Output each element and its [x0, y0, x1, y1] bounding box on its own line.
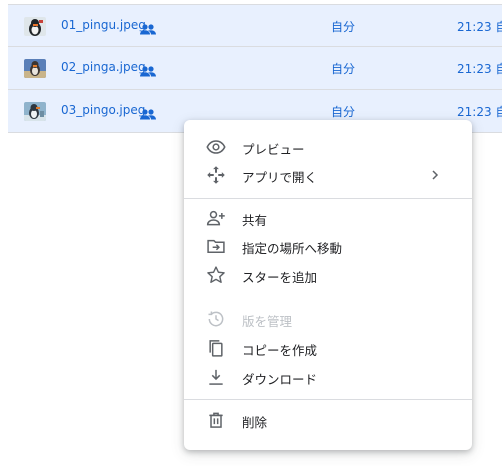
menu-item-open-with[interactable]: アプリで開く: [184, 161, 472, 189]
copy-icon: [206, 338, 226, 358]
history-icon: [206, 309, 226, 329]
download-icon: [206, 367, 226, 387]
menu-item-label: 共有: [242, 213, 268, 228]
menu-item-label: 版を管理: [242, 314, 293, 329]
shared-people-icon: [140, 105, 156, 124]
drive-file-browser: 01_pingu.jpeg 自分 21:23 自 02_pinga.jpeg 自…: [0, 0, 502, 466]
menu-item-share[interactable]: 共有: [184, 204, 472, 232]
menu-item-delete[interactable]: 削除: [184, 406, 472, 434]
menu-item-label: 指定の場所へ移動: [242, 241, 343, 256]
menu-item-move-to[interactable]: 指定の場所へ移動: [184, 232, 472, 260]
chevron-right-icon: [428, 167, 442, 183]
menu-item-label: コピーを作成: [242, 343, 318, 358]
menu-divider: [184, 399, 472, 400]
star-outline-icon: [206, 265, 226, 285]
file-modified: 21:23 自: [457, 62, 502, 76]
shared-people-icon: [140, 20, 156, 39]
file-modified: 21:23 自: [457, 20, 502, 34]
menu-item-label: プレビュー: [242, 142, 305, 157]
menu-item-manage-versions: 版を管理: [184, 305, 472, 333]
file-owner: 自分: [331, 105, 356, 119]
menu-item-make-copy[interactable]: コピーを作成: [184, 334, 472, 362]
menu-item-preview[interactable]: プレビュー: [184, 133, 472, 161]
file-name[interactable]: 01_pingu.jpeg: [61, 18, 146, 32]
menu-item-label: ダウンロード: [242, 372, 318, 387]
file-owner: 自分: [331, 62, 356, 76]
menu-item-add-star[interactable]: スターを追加: [184, 261, 472, 289]
image-thumbnail-icon: [24, 17, 46, 36]
person-add-icon: [206, 208, 226, 228]
menu-item-download[interactable]: ダウンロード: [184, 363, 472, 391]
shared-people-icon: [140, 62, 156, 81]
folder-move-icon: [206, 236, 226, 256]
eye-icon: [206, 137, 226, 157]
image-thumbnail-icon: [24, 59, 46, 78]
file-row[interactable]: 01_pingu.jpeg 自分 21:23 自: [8, 4, 502, 47]
file-list: 01_pingu.jpeg 自分 21:23 自 02_pinga.jpeg 自…: [8, 4, 502, 133]
file-modified: 21:23 自: [457, 105, 502, 119]
menu-item-label: スターを追加: [242, 270, 318, 285]
file-owner: 自分: [331, 20, 356, 34]
move-arrows-icon: [206, 165, 226, 185]
menu-divider: [184, 198, 472, 199]
file-row[interactable]: 02_pinga.jpeg 自分 21:23 自: [8, 47, 502, 90]
context-menu: プレビュー アプリで開く 共有 指定の場所へ移動 スターを追加 版を管理 コピー…: [184, 120, 472, 450]
file-name[interactable]: 03_pingo.jpeg: [61, 103, 145, 117]
trash-icon: [206, 410, 226, 430]
file-name[interactable]: 02_pinga.jpeg: [61, 60, 146, 74]
menu-item-label: 削除: [242, 415, 268, 430]
menu-item-label: アプリで開く: [242, 170, 318, 185]
image-thumbnail-icon: [24, 102, 46, 121]
